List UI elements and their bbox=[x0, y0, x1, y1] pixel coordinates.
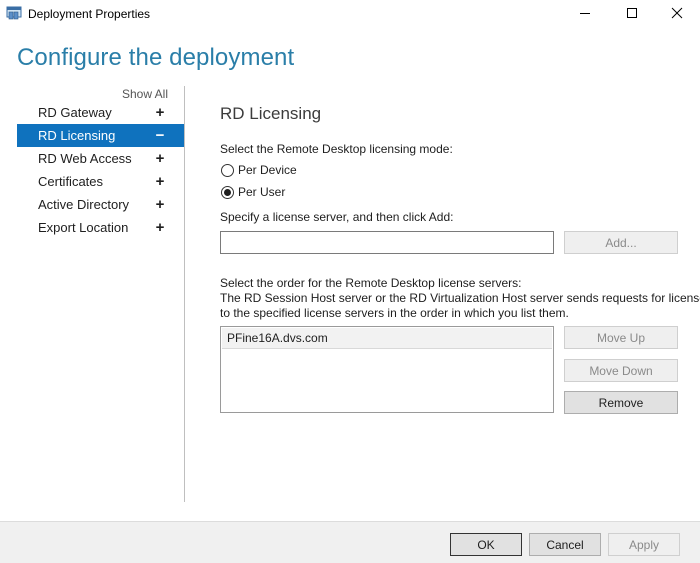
expand-plus-icon: + bbox=[155, 173, 165, 190]
apply-button[interactable]: Apply bbox=[608, 533, 680, 556]
order-label-line2: The RD Session Host server or the RD Vir… bbox=[220, 291, 700, 305]
sidebar-item-label: RD Web Access bbox=[38, 151, 132, 166]
remove-button[interactable]: Remove bbox=[564, 391, 678, 414]
close-icon bbox=[671, 7, 683, 22]
sidebar-item-rd-web-access[interactable]: RD Web Access + bbox=[17, 147, 184, 170]
order-label-line1: Select the order for the Remote Desktop … bbox=[220, 276, 522, 290]
sidebar-item-label: RD Gateway bbox=[38, 105, 112, 120]
close-button[interactable] bbox=[654, 0, 700, 28]
license-server-label: Specify a license server, and then click… bbox=[220, 210, 454, 224]
sidebar-item-export-location[interactable]: Export Location + bbox=[17, 216, 184, 239]
list-item[interactable]: PFine16A.dvs.com bbox=[222, 328, 552, 349]
add-button[interactable]: Add... bbox=[564, 231, 678, 254]
sidebar-item-rd-gateway[interactable]: RD Gateway + bbox=[17, 101, 184, 124]
expand-plus-icon: + bbox=[155, 219, 165, 236]
sidebar-item-rd-licensing[interactable]: RD Licensing − bbox=[17, 124, 184, 147]
radio-selected-dot bbox=[224, 189, 231, 196]
minimize-icon bbox=[579, 7, 591, 22]
sidebar-item-label: Certificates bbox=[38, 174, 104, 189]
page-title: Configure the deployment bbox=[17, 44, 295, 71]
section-title: RD Licensing bbox=[220, 104, 322, 123]
expand-plus-icon: + bbox=[155, 196, 165, 213]
dialog-footer: OK Cancel Apply bbox=[0, 521, 700, 563]
sidebar-divider bbox=[184, 86, 185, 502]
sidebar-item-label: Export Location bbox=[38, 220, 129, 235]
move-up-button[interactable]: Move Up bbox=[564, 326, 678, 349]
move-down-button[interactable]: Move Down bbox=[564, 359, 678, 382]
expand-plus-icon: + bbox=[155, 104, 165, 121]
license-server-input[interactable] bbox=[220, 231, 554, 254]
maximize-button[interactable] bbox=[609, 0, 655, 28]
minimize-button[interactable] bbox=[562, 0, 608, 28]
window-title: Deployment Properties bbox=[28, 7, 151, 21]
licensing-mode-label: Select the Remote Desktop licensing mode… bbox=[220, 142, 453, 156]
per-device-label[interactable]: Per Device bbox=[238, 163, 297, 177]
ok-button[interactable]: OK bbox=[450, 533, 522, 556]
sidebar-item-certificates[interactable]: Certificates + bbox=[17, 170, 184, 193]
expand-plus-icon: + bbox=[155, 150, 165, 167]
order-label-line3: to the specified license servers in the … bbox=[220, 306, 569, 320]
cancel-button[interactable]: Cancel bbox=[529, 533, 601, 556]
title-bar: Deployment Properties bbox=[0, 0, 700, 28]
server-window-icon bbox=[6, 6, 22, 21]
license-server-list[interactable]: PFine16A.dvs.com bbox=[220, 326, 554, 413]
sidebar-item-label: Active Directory bbox=[38, 197, 130, 212]
maximize-icon bbox=[626, 7, 638, 22]
collapse-minus-icon: − bbox=[155, 127, 165, 144]
per-user-radio[interactable] bbox=[221, 186, 234, 199]
sidebar-item-active-directory[interactable]: Active Directory + bbox=[17, 193, 184, 216]
show-all-link[interactable]: Show All bbox=[122, 87, 168, 101]
per-device-radio[interactable] bbox=[221, 164, 234, 177]
sidebar-item-label: RD Licensing bbox=[38, 128, 116, 143]
per-user-label[interactable]: Per User bbox=[238, 185, 285, 199]
